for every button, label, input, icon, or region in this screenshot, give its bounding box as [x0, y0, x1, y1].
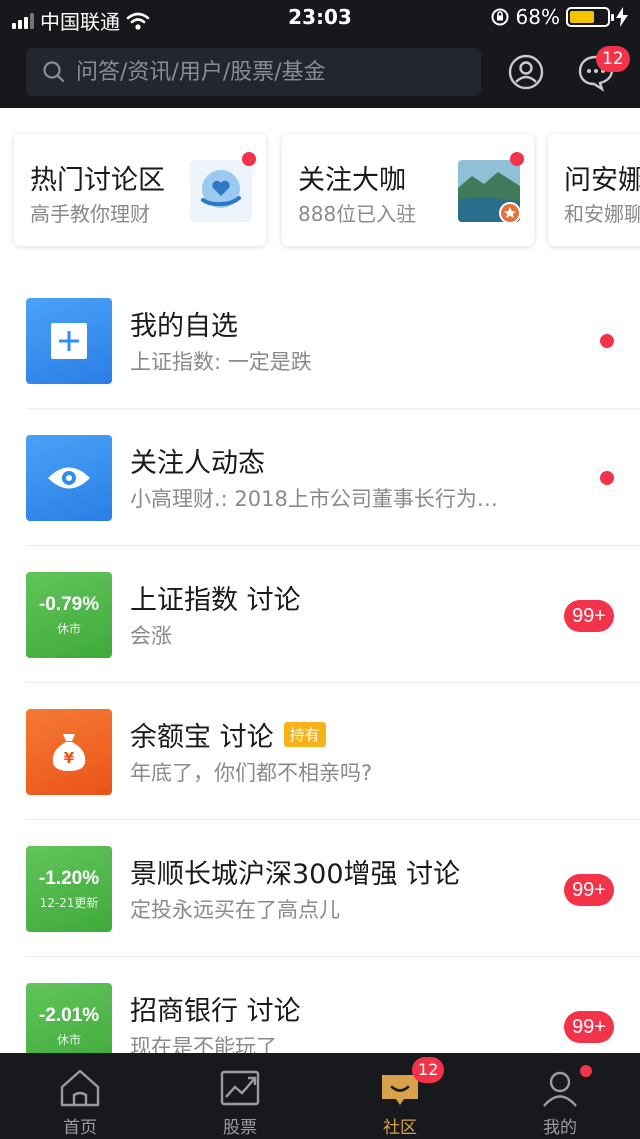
item-subtitle: 上证指数: 一定是跌: [130, 350, 312, 374]
search-bar[interactable]: [26, 48, 481, 96]
unread-count-badge: 99+: [564, 874, 614, 906]
change-percent: -2.01%: [38, 1004, 100, 1026]
item-subtitle: 会涨: [130, 624, 172, 648]
yuebao-tile: ¥: [26, 709, 112, 795]
tab-me[interactable]: 我的: [480, 1053, 640, 1139]
svg-text:¥: ¥: [64, 749, 75, 767]
holding-tag: 持有: [283, 722, 326, 747]
change-percent: -1.20%: [38, 867, 100, 889]
card-hot-discussion[interactable]: 热门讨论区 高手教你理财: [14, 134, 266, 246]
unread-dot: [600, 334, 614, 348]
money-bag-icon: ¥: [52, 734, 86, 771]
tab-label: 首页: [63, 1118, 97, 1138]
header: 中国联通 23:03 68% 问答/资讯/用户/股票/基金 12: [0, 0, 640, 108]
change-tile: -1.20% 12-21更新: [26, 846, 112, 932]
item-subtitle: 定投永远买在了高点儿: [130, 898, 340, 922]
list-item-yuebao[interactable]: ¥ 余额宝 讨论 持有 年底了，你们都不相亲吗?: [0, 683, 640, 820]
watchlist-tile: [26, 298, 112, 384]
landscape-avatar: [458, 160, 520, 222]
card-notification-dot: [242, 152, 256, 166]
item-title: 我的自选: [130, 311, 238, 342]
card-subtitle: 高手教你理财: [30, 202, 150, 226]
change-tile: -0.79% 休市: [26, 572, 112, 658]
card-title: 热门讨论区: [30, 165, 165, 196]
status-bar: 中国联通 23:03 68%: [0, 0, 640, 36]
market-status: 休市: [56, 621, 81, 636]
card-subtitle: 和安娜聊: [564, 202, 640, 226]
list-item-sse-index[interactable]: -0.79% 休市 上证指数 讨论 会涨 99+: [0, 546, 640, 683]
card-ask-anna[interactable]: 问安娜 和安娜聊: [548, 134, 640, 246]
following-tile: [26, 435, 112, 521]
market-status: 休市: [56, 1032, 81, 1047]
bottom-tab-bar: 首页 股票 12 社区 我的: [0, 1053, 640, 1139]
change-percent: -0.79%: [38, 593, 100, 615]
charging-icon: [616, 7, 628, 27]
card-follow-experts[interactable]: 关注大咖 888位已入驻: [282, 134, 534, 246]
list-item-fund-csi300[interactable]: -1.20% 12-21更新 景顺长城沪深300增强 讨论 定投永远买在了高点儿…: [0, 820, 640, 957]
item-subtitle: 小高理财.: 2018上市公司董事长行为…: [130, 487, 498, 511]
tab-label: 股票: [223, 1118, 257, 1138]
battery-percent: 68%: [515, 5, 560, 29]
heart-hand-icon: [190, 160, 252, 222]
unread-count-badge: 99+: [564, 600, 614, 632]
item-title: 余额宝 讨论: [130, 722, 274, 753]
message-badge: 12: [596, 46, 630, 72]
card-notification-dot: [510, 152, 524, 166]
eye-icon: [48, 467, 90, 489]
item-title: 景顺长城沪深300增强 讨论: [130, 859, 461, 890]
search-input[interactable]: [76, 59, 456, 85]
item-title: 关注人动态: [130, 448, 265, 479]
feature-cards: 热门讨论区 高手教你理财 关注大咖 888位已入驻 问安娜 和安娜聊: [0, 120, 640, 260]
tab-home[interactable]: 首页: [0, 1053, 160, 1139]
list-item-watchlist[interactable]: 我的自选 上证指数: 一定是跌: [0, 272, 640, 409]
rotation-lock-icon: [491, 8, 509, 26]
profile-icon[interactable]: [506, 52, 546, 92]
tab-community[interactable]: 12 社区: [320, 1053, 480, 1139]
item-title: 上证指数 讨论: [130, 585, 301, 616]
tab-badge: 12: [412, 1057, 445, 1083]
stock-chart-icon: [220, 1070, 260, 1106]
user-icon: [543, 1071, 577, 1107]
unread-dot: [600, 471, 614, 485]
tab-label: 我的: [543, 1118, 577, 1138]
item-title: 招商银行 讨论: [130, 996, 301, 1027]
list-item-following-feed[interactable]: 关注人动态 小高理财.: 2018上市公司董事长行为…: [0, 409, 640, 546]
plus-icon: [51, 323, 87, 359]
home-icon: [60, 1069, 100, 1107]
tab-stocks[interactable]: 股票: [160, 1053, 320, 1139]
unread-count-badge: 99+: [564, 1011, 614, 1043]
item-subtitle: 年底了，你们都不相亲吗?: [130, 761, 373, 785]
card-title: 关注大咖: [298, 165, 406, 196]
card-subtitle: 888位已入驻: [298, 202, 417, 226]
card-title: 问安娜: [564, 165, 640, 196]
search-icon: [43, 61, 65, 83]
update-date: 12-21更新: [39, 895, 99, 910]
tab-label: 社区: [383, 1118, 417, 1138]
notification-dot: [580, 1065, 592, 1077]
battery-icon: [566, 7, 614, 27]
